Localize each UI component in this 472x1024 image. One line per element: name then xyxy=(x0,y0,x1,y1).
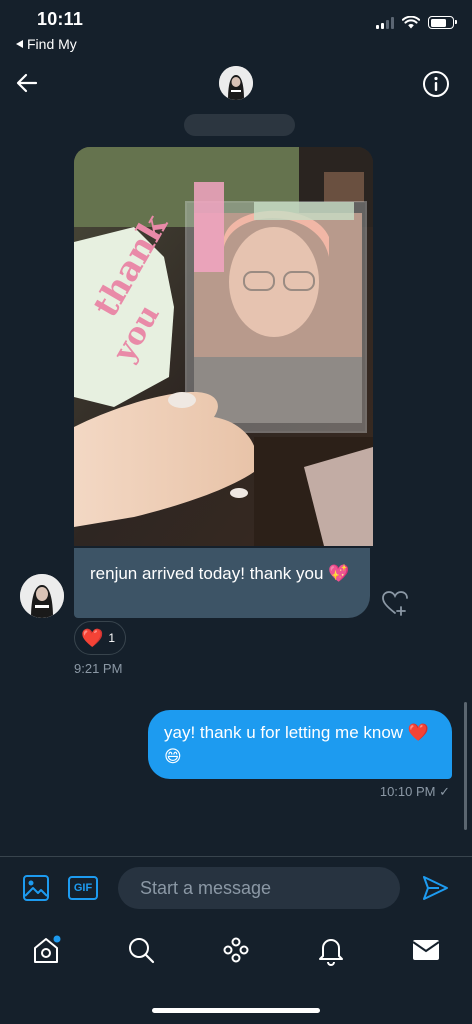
date-divider-pill xyxy=(184,114,295,136)
outgoing-message-bubble[interactable]: yay! thank u for letting me know ❤️😄 xyxy=(148,710,452,779)
sender-avatar[interactable] xyxy=(20,574,64,618)
add-reaction-icon[interactable] xyxy=(380,588,410,618)
home-icon[interactable] xyxy=(30,934,62,966)
notifications-icon[interactable] xyxy=(315,934,347,966)
heart-reaction-icon: ❤️ xyxy=(81,628,104,648)
scrollbar[interactable] xyxy=(464,702,467,830)
incoming-message-text: renjun arrived today! thank you 💖 xyxy=(90,564,350,583)
home-indicator[interactable] xyxy=(152,1008,320,1013)
send-icon[interactable] xyxy=(421,874,449,902)
message-input[interactable] xyxy=(118,867,400,909)
outgoing-message-text: yay! thank u for letting me know ❤️😄 xyxy=(164,723,429,766)
back-arrow-icon[interactable] xyxy=(14,70,40,96)
outgoing-message-time: 10:10 PM ✓ xyxy=(379,784,450,799)
search-icon[interactable] xyxy=(125,934,157,966)
messages-icon[interactable] xyxy=(410,934,442,966)
gif-button[interactable]: GIF xyxy=(68,876,98,900)
reaction-count: 1 xyxy=(108,631,116,645)
battery-icon xyxy=(428,16,457,29)
spaces-icon[interactable] xyxy=(220,934,252,966)
cellular-signal-icon xyxy=(376,16,394,29)
reaction-chip[interactable]: ❤️ 1 xyxy=(74,621,126,655)
incoming-message-bubble[interactable]: renjun arrived today! thank you 💖 xyxy=(74,548,370,618)
back-app-label: Find My xyxy=(27,36,77,52)
status-time: 10:11 xyxy=(37,9,84,29)
info-icon[interactable] xyxy=(422,70,450,98)
wifi-icon xyxy=(402,16,420,29)
image-icon[interactable] xyxy=(22,874,50,902)
incoming-message-time: 9:21 PM xyxy=(74,661,123,676)
status-icons xyxy=(376,16,457,29)
message-photo[interactable]: thank you xyxy=(74,147,373,546)
back-triangle-icon xyxy=(16,40,23,48)
back-to-app-link[interactable]: Find My xyxy=(16,36,77,52)
header-avatar[interactable] xyxy=(219,66,253,100)
